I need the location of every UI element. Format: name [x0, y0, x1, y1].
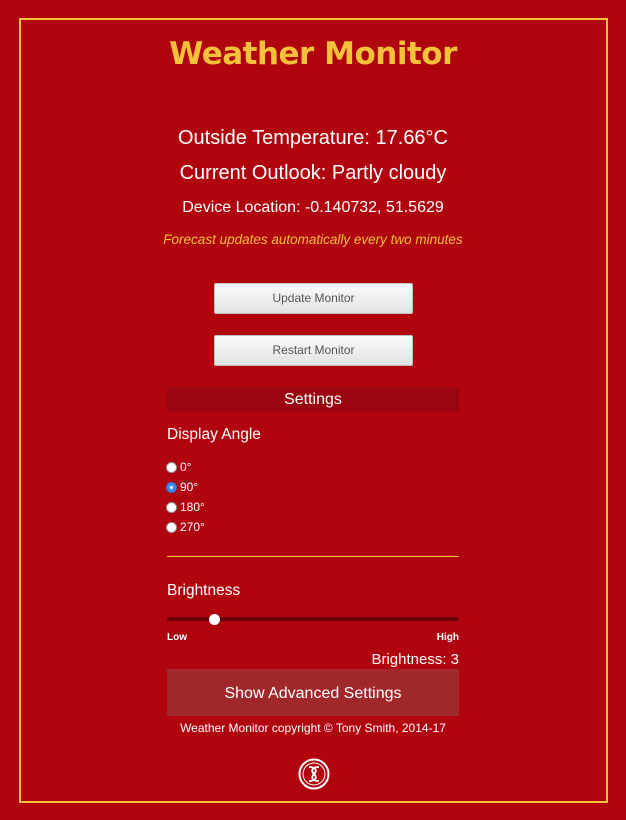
angle-option-180[interactable]: 180° [166, 498, 205, 516]
settings-divider [167, 556, 459, 557]
angle-option-270[interactable]: 270° [166, 518, 205, 536]
brightness-slider-thumb[interactable] [208, 614, 220, 625]
brightness-value: Brightness: 3 [371, 651, 459, 668]
angle-option-label: 180° [180, 500, 205, 514]
angle-option-0[interactable]: 0° [166, 458, 191, 476]
update-note: Forecast updates automatically every two… [163, 232, 463, 247]
restart-monitor-button[interactable]: Restart Monitor [214, 335, 413, 366]
slider-low-label: Low [167, 632, 187, 643]
radio-button[interactable] [166, 461, 177, 473]
radio-button[interactable] [166, 501, 177, 513]
page-title: Weather Monitor [169, 36, 457, 72]
angle-option-label: 0° [180, 460, 192, 474]
seal-logo-icon [298, 758, 330, 790]
angle-option-label: 270° [180, 520, 205, 534]
radio-button-selected[interactable] [166, 481, 177, 493]
radio-button[interactable] [166, 521, 177, 533]
angle-option-label: 90° [180, 480, 199, 494]
angle-option-90[interactable]: 90° [166, 478, 198, 496]
location-readout: Device Location: -0.140732, 51.5629 [182, 199, 444, 216]
display-angle-label: Display Angle [167, 426, 261, 443]
temperature-readout: Outside Temperature: 17.66°C [178, 127, 448, 149]
show-advanced-settings-button[interactable]: Show Advanced Settings [167, 669, 459, 716]
brightness-label: Brightness [167, 582, 241, 599]
settings-heading: Settings [167, 387, 459, 412]
copyright-text: Weather Monitor copyright © Tony Smith, … [180, 721, 446, 735]
slider-high-label: High [436, 632, 459, 643]
outlook-readout: Current Outlook: Partly cloudy [179, 162, 447, 184]
update-monitor-button[interactable]: Update Monitor [214, 283, 413, 314]
